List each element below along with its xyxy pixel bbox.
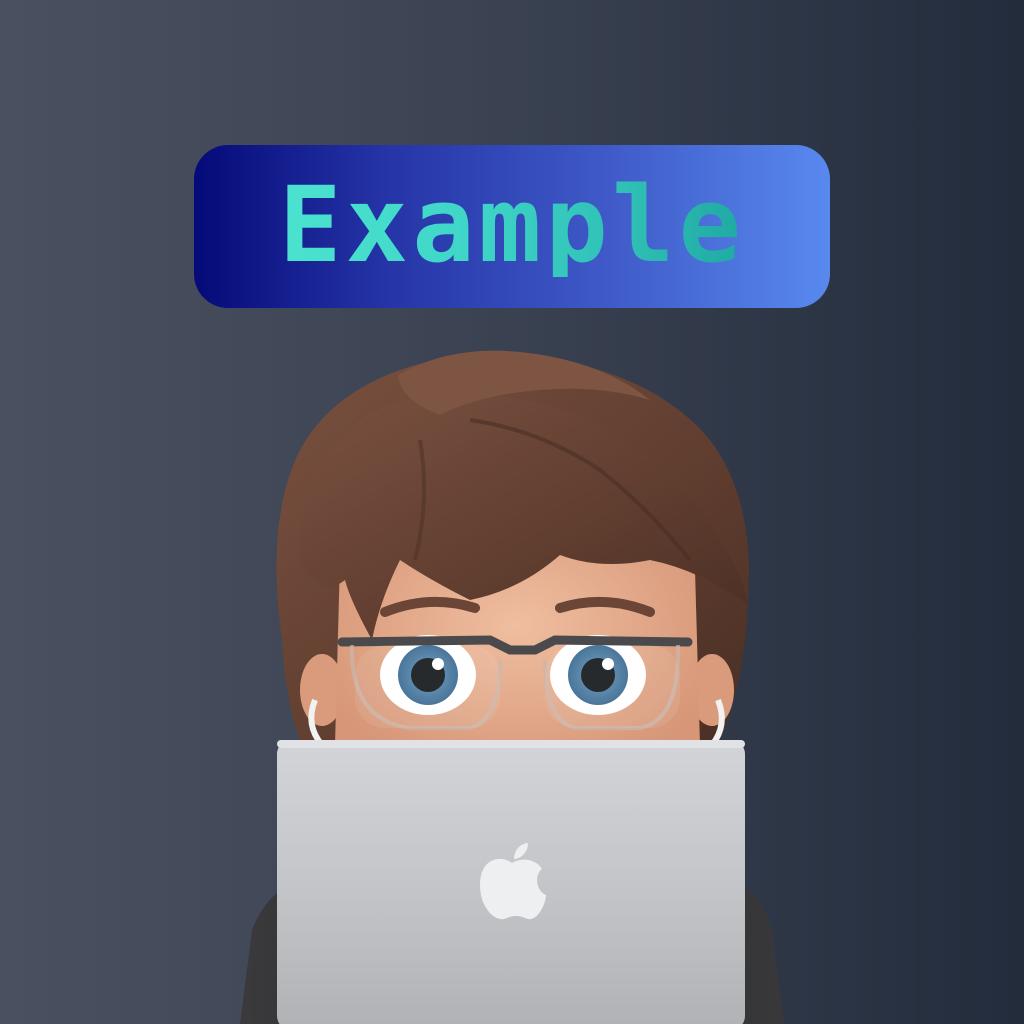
memoji-avatar-icon — [240, 350, 784, 1024]
scene: Example — [0, 0, 1024, 1024]
